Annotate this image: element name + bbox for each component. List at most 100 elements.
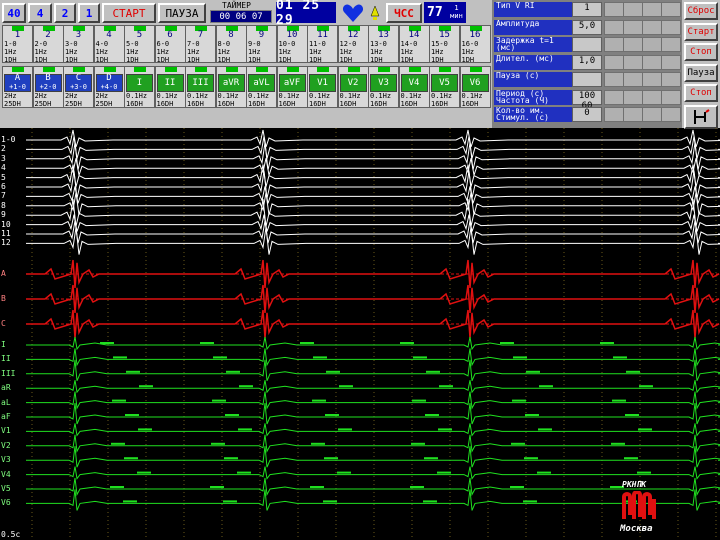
surface-channel-V1-toggle[interactable]: V1 0.1Hz 16DH: [307, 66, 338, 108]
param-cell[interactable]: [604, 72, 624, 87]
channel-7-toggle[interactable]: 7 7-0 1Hz 1DH: [185, 25, 216, 63]
channel-gain: 16DH: [156, 100, 174, 108]
param-cell[interactable]: [661, 107, 681, 122]
param-cell[interactable]: [642, 89, 662, 105]
surface-channel-B-toggle[interactable]: B +2-0 2Hz 25DH: [32, 66, 64, 108]
channel-15-toggle[interactable]: 15 15-0 1Hz 1DH: [429, 25, 460, 63]
channel-13-toggle[interactable]: 13 13-0 1Hz 1DH: [368, 25, 399, 63]
param-cell[interactable]: [642, 19, 662, 35]
param-cell[interactable]: [661, 72, 681, 87]
surface-channel-A-toggle[interactable]: A +1-0 2Hz 25DH: [2, 66, 33, 108]
speed-40-button[interactable]: 40: [2, 3, 26, 23]
reset-button[interactable]: Сброс: [684, 2, 718, 20]
channel-10-toggle[interactable]: 10 10-0 1Hz 1DH: [276, 25, 308, 63]
param-value[interactable]: 5,0: [572, 19, 602, 35]
param-cell[interactable]: [604, 89, 624, 105]
stim-stop2-button[interactable]: Стоп: [684, 84, 718, 102]
start-button[interactable]: СТАРТ: [102, 3, 156, 23]
stim-icon-button[interactable]: [684, 104, 718, 129]
param-cell[interactable]: [623, 54, 643, 70]
surface-channel-III-toggle[interactable]: III 0.1Hz 16DH: [185, 66, 216, 108]
param-cell[interactable]: [661, 19, 681, 35]
param-cell[interactable]: [623, 89, 643, 105]
channel-2-toggle[interactable]: 2 2-0 1Hz 1DH: [32, 25, 64, 63]
channel-number: 13: [378, 30, 389, 40]
speed-2-button[interactable]: 2: [54, 3, 76, 23]
surface-channel-V6-toggle[interactable]: V6 0.1Hz 16DH: [459, 66, 491, 108]
param-value[interactable]: [572, 37, 602, 52]
channel-number: 15: [439, 30, 450, 40]
channel-11-toggle[interactable]: 11 11-0 1Hz 1DH: [307, 25, 338, 63]
param-cell[interactable]: [604, 54, 624, 70]
param-cell[interactable]: [661, 54, 681, 70]
pause-button[interactable]: ПАУЗА: [158, 3, 206, 23]
heart-icon: [342, 4, 364, 22]
surface-channel-aVR-toggle[interactable]: aVR 0.1Hz 16DH: [215, 66, 247, 108]
surface-channel-II-toggle[interactable]: II 0.1Hz 16DH: [154, 66, 186, 108]
channel-5-toggle[interactable]: 5 5-0 1Hz 1DH: [124, 25, 155, 63]
param-cell[interactable]: [661, 2, 681, 17]
param-value[interactable]: 1: [572, 2, 602, 17]
param-cell[interactable]: [623, 37, 643, 52]
param-cell[interactable]: [604, 19, 624, 35]
channel-3-toggle[interactable]: 3 3-0 1Hz 1DH: [63, 25, 94, 63]
stim-pause-button[interactable]: Пауза: [684, 63, 718, 82]
surface-channel-V2-toggle[interactable]: V2 0.1Hz 16DH: [337, 66, 369, 108]
channel-filter: 0.1Hz: [126, 92, 148, 100]
channel-4-toggle[interactable]: 4 4-0 1Hz 1DH: [93, 25, 125, 63]
bell-icon[interactable]: [368, 3, 382, 23]
surface-channel-C-toggle[interactable]: C +3-0 2Hz 25DH: [63, 66, 94, 108]
param-value[interactable]: 1,0: [572, 54, 602, 70]
surface-channel-aVL-toggle[interactable]: aVL 0.1Hz 16DH: [246, 66, 277, 108]
channel-lead: 3-0: [65, 40, 78, 48]
param-cell[interactable]: [661, 37, 681, 52]
param-cell[interactable]: [642, 54, 662, 70]
channel-16-toggle[interactable]: 16 16-0 1Hz 1DH: [459, 25, 491, 63]
channel-filter: 1Hz: [309, 48, 322, 56]
param-value[interactable]: [572, 72, 602, 87]
surface-channel-V3-toggle[interactable]: V3 0.1Hz 16DH: [368, 66, 399, 108]
param-cell[interactable]: [642, 107, 662, 122]
surface-channel-V4-toggle[interactable]: V4 0.1Hz 16DH: [398, 66, 430, 108]
param-cell[interactable]: [604, 37, 624, 52]
speed-4-button[interactable]: 4: [28, 3, 52, 23]
param-cell[interactable]: [604, 107, 624, 122]
param-cell[interactable]: [642, 37, 662, 52]
surface-channel-V5-toggle[interactable]: V5 0.1Hz 16DH: [429, 66, 460, 108]
surface-channel-D-toggle[interactable]: D +4-0 2Hz 25DH: [93, 66, 125, 108]
stim-start-button[interactable]: Старт: [684, 22, 718, 41]
param-cell[interactable]: [623, 19, 643, 35]
param-row: Задержка t=1 (мс): [492, 37, 681, 52]
trace-label: III: [1, 368, 16, 378]
surface-channel-I-toggle[interactable]: I 0.1Hz 16DH: [124, 66, 155, 108]
channel-gain: 16DH: [309, 100, 326, 108]
channel-led: [317, 67, 329, 72]
white-trace-line: [26, 186, 720, 204]
channel-1-toggle[interactable]: 1 1-0 1Hz 1DH: [2, 25, 33, 63]
param-value[interactable]: 0: [572, 107, 602, 122]
param-cell[interactable]: [623, 72, 643, 87]
channel-14-toggle[interactable]: 14 14-0 1Hz 1DH: [398, 25, 430, 63]
channel-8-toggle[interactable]: 8 8-0 1Hz 1DH: [215, 25, 247, 63]
param-cell[interactable]: [623, 2, 643, 17]
channel-gain: 16DH: [461, 100, 479, 108]
stim-stop-button[interactable]: Стоп: [684, 43, 718, 61]
param-cell[interactable]: [661, 89, 681, 105]
param-value[interactable]: 100 60: [572, 89, 602, 111]
channel-gain: 1DH: [65, 56, 78, 63]
param-cell[interactable]: [642, 2, 662, 17]
channel-12-toggle[interactable]: 12 12-0 1Hz 1DH: [337, 25, 369, 63]
channel-9-toggle[interactable]: 9 9-0 1Hz 1DH: [246, 25, 277, 63]
channel-filter: 0.1Hz: [400, 92, 422, 100]
speed-1-button[interactable]: 1: [78, 3, 100, 23]
channel-lead: 6-0: [156, 40, 170, 48]
channel-6-toggle[interactable]: 6 6-0 1Hz 1DH: [154, 25, 186, 63]
channel-filter: 2Hz: [95, 92, 109, 100]
param-cell[interactable]: [604, 2, 624, 17]
channel-caption: V3: [370, 74, 397, 92]
param-cell[interactable]: [623, 107, 643, 122]
surface-channel-aVF-toggle[interactable]: aVF 0.1Hz 16DH: [276, 66, 308, 108]
channel-caption: V5: [431, 74, 458, 92]
channel-name: C: [75, 73, 82, 83]
param-cell[interactable]: [642, 72, 662, 87]
